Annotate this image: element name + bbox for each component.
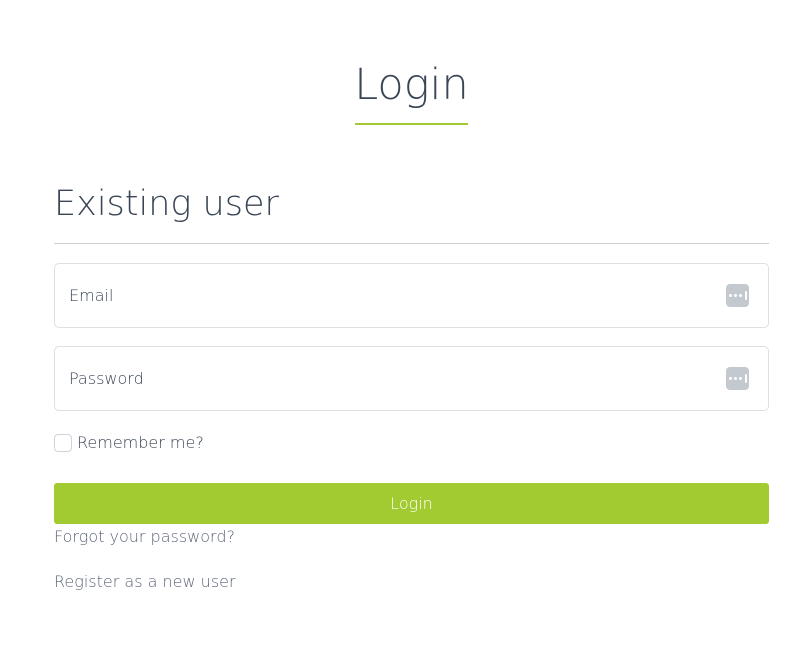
remember-label: Remember me? — [77, 433, 204, 452]
section-title: Existing user — [54, 184, 279, 224]
password-label: Password — [69, 369, 144, 388]
password-manager-icon[interactable] — [726, 284, 749, 307]
password-manager-icon[interactable] — [726, 367, 749, 390]
login-button[interactable]: Login — [54, 483, 769, 524]
email-field[interactable]: Email — [54, 263, 769, 328]
page-title: Login — [354, 60, 469, 110]
remember-me[interactable]: Remember me? — [54, 433, 204, 452]
email-label: Email — [69, 286, 114, 305]
email-input[interactable] — [55, 264, 768, 327]
forgot-password-link[interactable]: Forgot your password? — [54, 527, 235, 546]
login-page: Login Existing user Email Password Remem… — [0, 0, 789, 666]
register-link[interactable]: Register as a new user — [54, 572, 236, 591]
password-field[interactable]: Password — [54, 346, 769, 411]
section-divider — [54, 243, 769, 244]
remember-checkbox[interactable] — [54, 433, 72, 452]
title-underline — [355, 123, 468, 125]
password-input[interactable] — [55, 347, 768, 410]
